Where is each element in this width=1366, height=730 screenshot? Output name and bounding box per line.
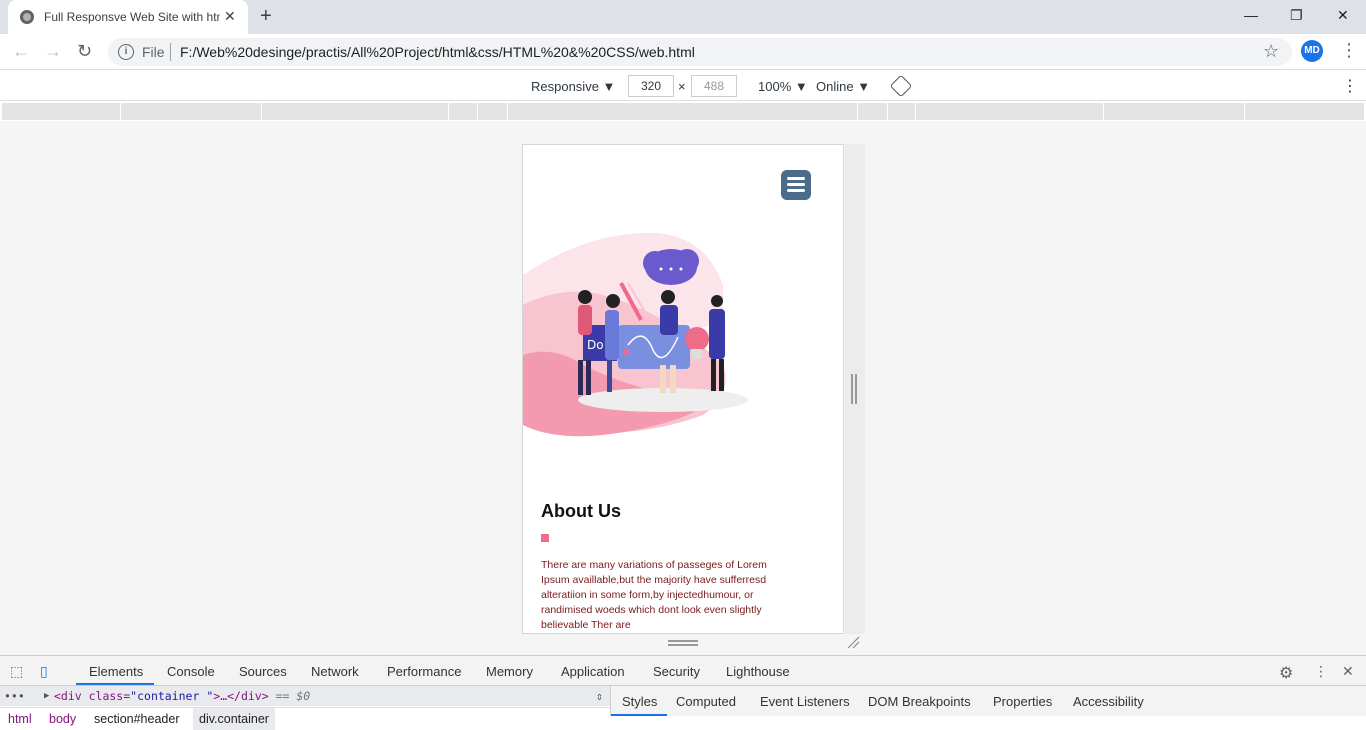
tab-performance[interactable]: Performance	[387, 664, 461, 679]
emulated-viewport: Do! About Us There are many variations o…	[522, 144, 844, 634]
resize-handle-right[interactable]	[851, 374, 857, 404]
tab-application[interactable]: Application	[561, 664, 625, 679]
tab-title: Full Responsve Web Site with htm	[44, 10, 220, 24]
dom-tag-rest: >…</div>	[213, 689, 269, 703]
hero-illustration: Do!	[523, 232, 748, 437]
expand-arrow-icon[interactable]: ▶	[44, 686, 49, 706]
tab-sources[interactable]: Sources	[239, 664, 287, 679]
url-scheme: File	[142, 44, 165, 60]
browser-toolbar: ← → ↻ i File F:/Web%20desinge/practis/Al…	[0, 34, 1366, 70]
chrome-menu-icon[interactable]: ⋮	[1340, 40, 1358, 60]
about-paragraph: There are many variations of passeges of…	[541, 559, 767, 631]
breadcrumb: html body section#header div.container	[0, 707, 610, 730]
network-select-label: Online	[816, 79, 854, 94]
crumb-html[interactable]: html	[8, 708, 32, 730]
tab-lighthouse[interactable]: Lighthouse	[726, 664, 790, 679]
tab-memory[interactable]: Memory	[486, 664, 533, 679]
network-select[interactable]: Online ▼	[816, 79, 870, 94]
dom-selected-marker: == $0	[275, 689, 311, 703]
tab-accessibility[interactable]: Accessibility	[1073, 694, 1144, 709]
back-icon[interactable]: ←	[12, 41, 30, 61]
window-close-icon[interactable]: ✕	[1337, 5, 1349, 25]
tab-security[interactable]: Security	[653, 664, 700, 679]
active-tab-indicator	[76, 683, 154, 685]
tab-event-listeners[interactable]: Event Listeners	[760, 694, 850, 709]
browser-tab[interactable]: Full Responsve Web Site with htm ✕	[8, 0, 248, 34]
info-icon[interactable]: i	[118, 44, 134, 60]
dom-tag-open: <div class=	[54, 689, 131, 703]
new-tab-button[interactable]: +	[260, 6, 272, 26]
scroll-arrows-icon[interactable]: ⇕	[596, 686, 603, 706]
tab-console[interactable]: Console	[167, 664, 215, 679]
dimension-times: ×	[678, 79, 686, 94]
tab-close-icon[interactable]: ✕	[224, 8, 236, 24]
devtools-panel: ⬚ ▯ Elements Console Sources Network Per…	[0, 655, 1366, 730]
tab-dom-breakpoints[interactable]: DOM Breakpoints	[868, 694, 971, 709]
crumb-section[interactable]: section#header	[94, 708, 179, 730]
styles-pane-tabbar: Styles Computed Event Listeners DOM Brea…	[610, 686, 1366, 716]
device-toolbar: Responsive ▼ 320 × 488 100% ▼ Online ▼ ⋮	[0, 71, 1366, 101]
viewport-stage: Do! About Us There are many variations o…	[0, 121, 1366, 655]
maximize-icon[interactable]: ❐	[1290, 5, 1303, 25]
devtools-close-icon[interactable]: ✕	[1342, 663, 1354, 680]
crumb-container[interactable]: div.container	[193, 708, 275, 730]
devtools-menu-icon[interactable]: ⋮	[1314, 663, 1328, 680]
about-accent-marker	[541, 534, 549, 542]
tab-strip: Full Responsve Web Site with htm ✕ + — ❐…	[0, 0, 1366, 34]
zoom-select-label: 100%	[758, 79, 792, 94]
inspect-element-icon[interactable]: ⬚	[10, 663, 23, 680]
address-bar[interactable]: i File F:/Web%20desinge/practis/All%20Pr…	[108, 38, 1292, 66]
tab-styles[interactable]: Styles	[622, 694, 657, 709]
styles-active-indicator	[611, 714, 667, 716]
resize-handle-bottom[interactable]	[668, 640, 698, 646]
media-query-ruler[interactable]	[2, 103, 1364, 120]
device-select-label: Responsive	[531, 79, 599, 94]
dom-class-value: "container "	[130, 689, 214, 703]
hamburger-menu-icon[interactable]	[781, 170, 811, 200]
profile-avatar[interactable]: MD	[1301, 40, 1323, 62]
resize-handle-corner[interactable]	[846, 635, 860, 649]
url-separator	[170, 43, 171, 61]
zoom-select[interactable]: 100% ▼	[758, 79, 808, 94]
tab-properties[interactable]: Properties	[993, 694, 1052, 709]
width-input[interactable]: 320	[628, 75, 674, 97]
tab-network[interactable]: Network	[311, 664, 359, 679]
url-text[interactable]: F:/Web%20desinge/practis/All%20Project/h…	[180, 44, 695, 60]
more-dots-icon[interactable]: •••	[4, 686, 25, 706]
forward-icon[interactable]: →	[44, 41, 62, 61]
rotate-icon[interactable]	[889, 74, 913, 98]
minimize-icon[interactable]: —	[1244, 5, 1258, 25]
devtools-tabbar: ⬚ ▯ Elements Console Sources Network Per…	[0, 656, 1366, 686]
height-input[interactable]: 488	[691, 75, 737, 97]
crumb-body[interactable]: body	[49, 708, 76, 730]
device-select[interactable]: Responsive ▼	[531, 79, 615, 94]
settings-gear-icon[interactable]: ⚙	[1279, 663, 1293, 683]
device-toolbar-menu-icon[interactable]: ⋮	[1342, 76, 1358, 96]
globe-icon	[20, 10, 34, 24]
about-heading: About Us	[541, 501, 621, 521]
selected-dom-node[interactable]: ••• ▶ <div class="container ">…</div> ==…	[0, 686, 610, 706]
device-toggle-icon[interactable]: ▯	[40, 663, 48, 680]
reload-icon[interactable]: ↻	[77, 41, 92, 61]
tab-computed[interactable]: Computed	[676, 694, 736, 709]
bookmark-star-icon[interactable]: ☆	[1263, 41, 1279, 62]
tab-elements[interactable]: Elements	[89, 664, 143, 679]
